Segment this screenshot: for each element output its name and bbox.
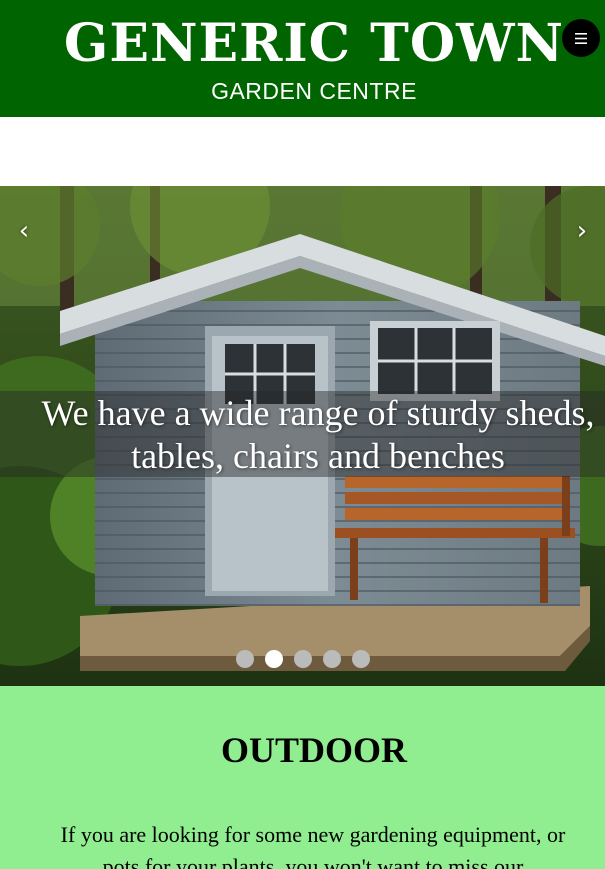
slide-dot-1[interactable] — [236, 650, 254, 668]
menu-button[interactable] — [562, 19, 600, 57]
site-title: GENERIC TOWN — [63, 13, 565, 74]
outdoor-section: OUTDOOR If you are looking for some new … — [0, 686, 605, 869]
section-text: If you are looking for some new gardenin… — [60, 822, 566, 869]
next-slide-button[interactable]: › — [570, 216, 594, 246]
slide-caption: We have a wide range of sturdy sheds, ta… — [41, 393, 595, 476]
slideshow: We have a wide range of sturdy sheds, ta… — [0, 186, 605, 686]
prev-slide-button[interactable]: ‹ — [12, 216, 36, 246]
slide-dot-5[interactable] — [352, 650, 370, 668]
site-subtitle: GARDEN CENTRE — [211, 78, 417, 104]
header-spacer — [0, 117, 605, 186]
slide-dot-2[interactable] — [265, 650, 283, 668]
section-heading: OUTDOOR — [220, 730, 407, 770]
chevron-left-icon: ‹ — [18, 216, 30, 246]
slide-dot-3[interactable] — [294, 650, 312, 668]
chevron-right-icon: › — [576, 216, 588, 246]
hamburger-icon — [575, 32, 587, 44]
slide-dot-4[interactable] — [323, 650, 341, 668]
site-header: GENERIC TOWN GARDEN CENTRE — [0, 0, 605, 117]
